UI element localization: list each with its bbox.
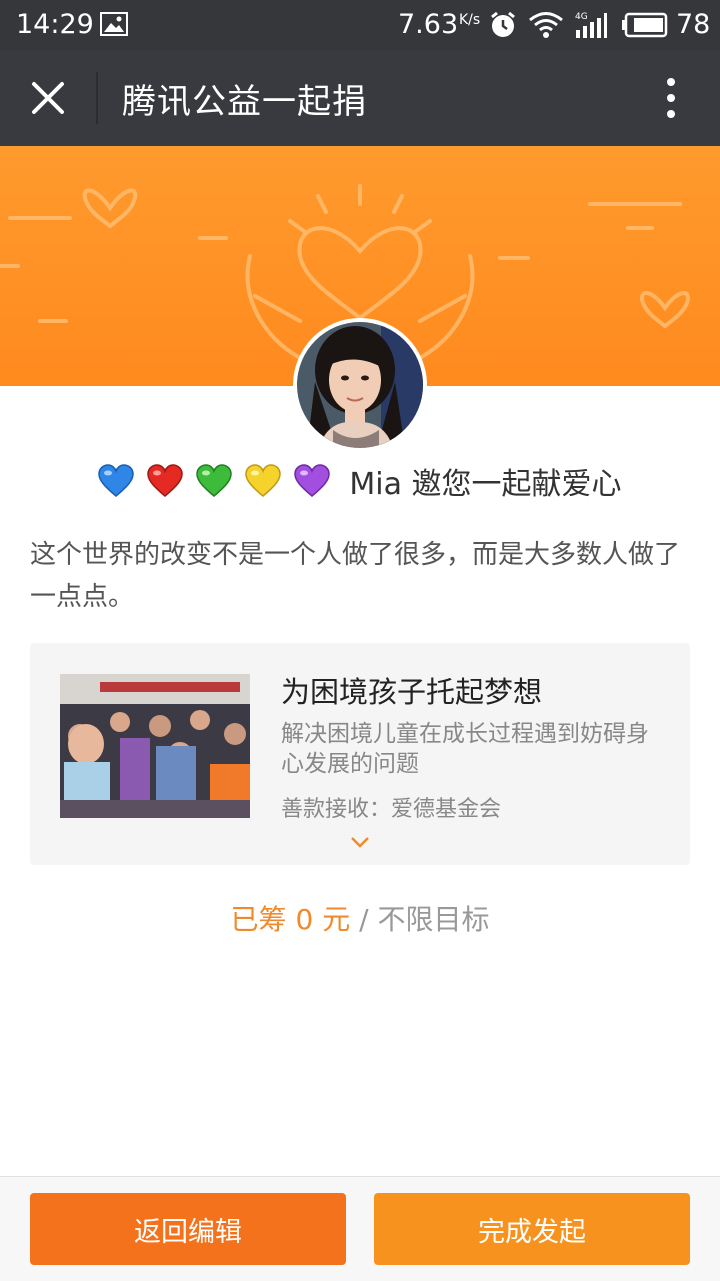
- invite-text: Mia 邀您一起献爱心: [349, 467, 622, 502]
- invite-row: Mia 邀您一起献爱心: [0, 458, 720, 504]
- red-heart-icon: [147, 464, 184, 497]
- close-icon[interactable]: [28, 78, 68, 118]
- battery-icon: [622, 12, 668, 38]
- raised-amount: 0: [295, 903, 314, 936]
- more-options-icon[interactable]: [656, 76, 686, 120]
- page-title: 腾讯公益一起捐: [122, 82, 367, 122]
- blue-heart-icon: [98, 464, 135, 497]
- green-heart-icon: [196, 464, 233, 497]
- image-notification-icon: [100, 12, 128, 36]
- purple-heart-icon: [294, 464, 331, 497]
- alarm-icon: [491, 11, 515, 37]
- raised-unit: 元: [322, 903, 351, 936]
- network-speed: 7.63: [398, 9, 459, 40]
- project-recipient: 善款接收：爱德基金会: [281, 797, 502, 822]
- raised-target: 不限目标: [377, 903, 490, 936]
- bottom-action-bar: 返回编辑 完成发起: [0, 1176, 720, 1281]
- signal-label: 4G: [575, 12, 588, 22]
- title-divider: [96, 72, 98, 124]
- project-description: 解决困境儿童在成长过程遇到妨碍身心发展的问题: [281, 721, 649, 777]
- network-speed-unit: K/s: [459, 12, 481, 28]
- raised-separator: /: [359, 903, 369, 936]
- title-bar: 腾讯公益一起捐: [0, 50, 720, 146]
- battery-level: 78: [676, 9, 711, 40]
- signal-4g-icon: 4G: [575, 12, 607, 38]
- status-bar: 14:29 7.63 K/s 4G 78: [0, 0, 720, 50]
- avatar: [293, 318, 427, 452]
- chevron-down-icon[interactable]: [350, 835, 370, 849]
- raised-summary: 已筹 0 元 / 不限目标: [0, 898, 720, 938]
- back-to-edit-button[interactable]: 返回编辑: [30, 1193, 346, 1265]
- raised-prefix: 已筹: [230, 903, 287, 936]
- wifi-icon: [529, 12, 563, 38]
- quote-text: 这个世界的改变不是一个人做了很多，而是大多数人做了一点点。: [30, 540, 681, 612]
- project-image: [60, 674, 250, 818]
- status-time: 14:29: [16, 9, 94, 40]
- project-card[interactable]: 为困境孩子托起梦想 解决困境儿童在成长过程遇到妨碍身心发展的问题 善款接收：爱德…: [30, 643, 690, 865]
- yellow-heart-icon: [245, 464, 282, 497]
- avatar-photo: [297, 322, 423, 448]
- finish-launch-button[interactable]: 完成发起: [374, 1193, 690, 1265]
- project-title: 为困境孩子托起梦想: [281, 675, 543, 709]
